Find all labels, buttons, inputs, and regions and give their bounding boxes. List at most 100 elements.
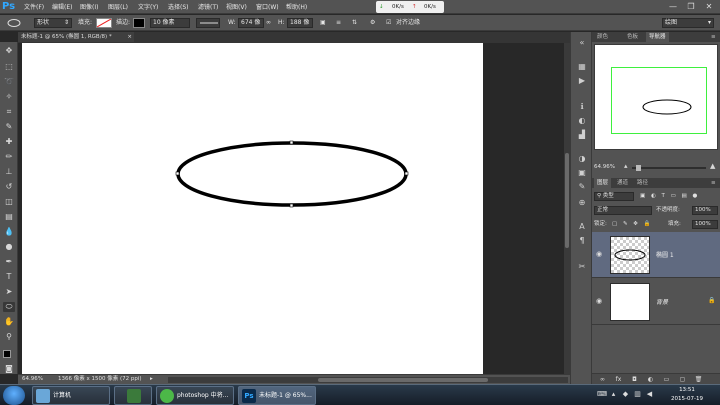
tab-navigator[interactable]: 导航器 [646,32,669,42]
taskbar-item-photoshop[interactable]: Ps 未标题-1 @ 65%... [238,386,316,405]
brush-tool-icon[interactable]: ✏ [3,152,15,162]
workspace-select[interactable]: 绘图 ▾ [662,18,714,28]
eye-icon[interactable]: ◉ [596,297,604,305]
minimize-button[interactable]: — [666,2,680,12]
eyedropper-tool-icon[interactable]: ✎ [3,122,15,132]
layer-row-ellipse[interactable]: ◉ 椭圆 1 [592,232,720,278]
align-edges-checkbox[interactable]: ☑ [386,18,391,28]
styles-panel-icon[interactable]: ▣ [576,168,588,178]
adjustments-panel-icon[interactable]: ◐ [576,116,588,126]
swatches-panel-icon[interactable]: ◑ [576,154,588,164]
add-mask-icon[interactable]: ◘ [630,375,639,384]
zoom-level[interactable]: 64.96% [22,375,43,384]
move-tool-icon[interactable]: ✥ [3,46,15,56]
menu-layer[interactable]: 图层(L) [108,3,128,12]
trash-icon[interactable]: 🗑 [694,375,703,384]
menu-window[interactable]: 窗口(W) [256,3,279,12]
layer-row-background[interactable]: ◉ 背景 🔒 [592,279,720,325]
layers-menu-icon[interactable]: ≡ [708,178,719,188]
document-tab[interactable]: 未标题-1 @ 65% (椭圆 1, RGB/8) * × [18,32,134,42]
path-selection-tool-icon[interactable]: ➤ [3,287,15,297]
history-brush-tool-icon[interactable]: ↺ [3,182,15,192]
status-menu-arrow-icon[interactable]: ▸ [150,375,153,384]
lasso-tool-icon[interactable]: ➰ [3,77,15,87]
tool-mode-select[interactable]: 形状 ⇕ [34,18,72,28]
fill-input[interactable]: 100% [692,220,718,229]
taskbar-item-computer[interactable]: 计算机 [32,386,110,405]
navigator-preview[interactable] [594,44,718,150]
navigator-zoom-knob[interactable] [636,165,641,171]
panel-menu-icon[interactable]: ≡ [708,32,719,42]
security-icon[interactable]: ◆ [621,390,630,399]
anchor-point-top[interactable] [289,140,294,145]
ellipse-tool-icon[interactable] [6,17,22,27]
adjustment-layer-icon[interactable]: ◐ [646,375,655,384]
actions-panel-icon[interactable]: ▶ [576,76,588,86]
horizontal-scrollbar[interactable] [168,377,568,383]
volume-icon[interactable]: ◀ [645,390,654,399]
layer-filter-icons[interactable]: ▣ ◐ T ▭ ▤ ● [640,191,699,201]
restore-button[interactable]: ❐ [684,2,698,12]
network-icon[interactable]: ▥ [633,390,642,399]
dodge-tool-icon[interactable]: ● [3,242,15,252]
new-group-icon[interactable]: ▭ [662,375,671,384]
clone-source-panel-icon[interactable]: ⊕ [576,198,588,208]
path-align-icon[interactable]: ≡ [336,18,341,28]
navigator-zoom-slider[interactable] [632,165,706,171]
stroke-swatch[interactable] [133,18,145,28]
healing-brush-tool-icon[interactable]: ✚ [3,137,15,147]
eye-icon[interactable]: ◉ [596,250,604,258]
new-layer-icon[interactable]: ▢ [678,375,687,384]
taskbar-item-terminal[interactable] [114,386,152,405]
tab-color[interactable]: 颜色 [594,32,611,42]
menu-filter[interactable]: 滤镜(T) [198,3,218,12]
menu-edit[interactable]: 编辑(E) [52,3,72,12]
marquee-tool-icon[interactable]: ⬚ [3,62,15,72]
taskbar-clock[interactable]: 13:51 2015-07-19 [665,386,709,405]
zoom-out-icon[interactable]: ▴ [624,162,628,170]
hand-tool-icon[interactable]: ✋ [3,317,15,327]
close-tab-icon[interactable]: × [127,32,132,42]
link-layers-icon[interactable]: ∞ [598,375,607,384]
info-panel-icon[interactable]: ℹ [576,102,588,112]
canvas[interactable] [22,43,483,374]
opacity-input[interactable]: 100% [692,206,718,215]
path-arrange-icon[interactable]: ⇅ [352,18,357,28]
eraser-tool-icon[interactable]: ◫ [3,197,15,207]
type-tool-icon[interactable]: T [3,272,15,282]
pen-tool-icon[interactable]: ✒ [3,257,15,267]
horizontal-scroll-thumb[interactable] [318,378,488,382]
anchor-point-left[interactable] [175,171,180,176]
layer-style-icon[interactable]: fx [614,375,623,384]
path-ops-icon[interactable]: ▣ [320,18,326,28]
tab-paths[interactable]: 路径 [634,178,651,188]
paragraph-panel-icon[interactable]: ¶ [576,236,588,246]
quick-mask-icon[interactable]: ◙ [3,364,15,374]
menu-file[interactable]: 文件(F) [24,3,44,12]
menu-image[interactable]: 图像(I) [80,3,98,12]
close-button[interactable]: ✕ [702,2,716,12]
stroke-type-select[interactable] [196,18,220,28]
tab-swatches[interactable]: 色板 [624,32,641,42]
collapse-panels-icon[interactable]: « [576,38,588,48]
tab-channels[interactable]: 通道 [614,178,631,188]
ellipse-shape[interactable] [176,141,408,207]
chevron-up-icon[interactable]: ▴ [609,390,618,399]
gear-icon[interactable]: ⚙ [370,18,375,28]
vertical-scroll-thumb[interactable] [565,153,569,248]
tool-presets-panel-icon[interactable]: ✂ [576,262,588,272]
menu-view[interactable]: 视图(V) [226,3,247,12]
menu-type[interactable]: 文字(Y) [138,3,158,12]
stroke-width-input[interactable]: 10 像素 [150,18,190,28]
keyboard-icon[interactable]: ⌨ [597,390,607,399]
history-panel-icon[interactable]: ▦ [576,62,588,72]
layer-filter-select[interactable]: ⚲ 类型 [594,192,634,201]
fill-swatch[interactable] [96,18,112,28]
character-panel-icon[interactable]: A [576,222,588,232]
height-input[interactable]: 188 像 [287,18,313,28]
menu-help[interactable]: 帮助(H) [286,3,307,12]
crop-tool-icon[interactable]: ⌗ [3,107,15,117]
tab-layers[interactable]: 图层 [594,178,612,188]
ellipse-shape-tool-icon[interactable]: ⬭ [3,302,15,312]
menu-select[interactable]: 选择(S) [168,3,189,12]
